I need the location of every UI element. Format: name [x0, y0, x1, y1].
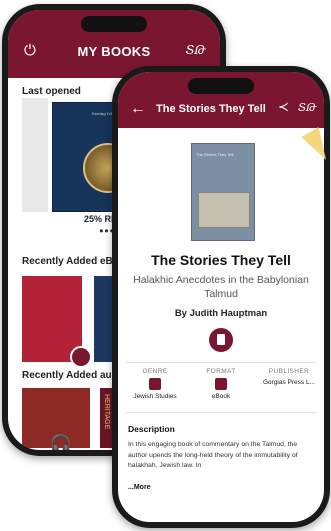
- headphones-icon[interactable]: 🎧: [48, 434, 74, 450]
- notch: [188, 78, 254, 94]
- meta-value: Jewish Studies: [133, 393, 177, 400]
- book-author: By Judith Hauptman: [174, 308, 268, 319]
- share-icon[interactable]: ≺: [278, 99, 289, 115]
- meta-label: FORMAT: [206, 368, 236, 375]
- recently-added-audio-label: Recently Added aud: [22, 370, 118, 381]
- book-cover: The Stories They Tell: [191, 143, 255, 241]
- cover-illustration: [198, 192, 250, 228]
- book-title: The Stories They Tell: [151, 252, 291, 268]
- ebook-cover[interactable]: [94, 276, 114, 362]
- cover-text-decoration: The Stories They Tell: [196, 152, 234, 157]
- last-opened-label: Last opened: [22, 86, 81, 97]
- header-title: The Stories They Tell: [156, 103, 266, 115]
- meta-label: GENRE: [142, 368, 168, 375]
- read-book-button[interactable]: [209, 328, 233, 352]
- divider: [126, 412, 316, 413]
- format-meta: FORMAT eBook: [188, 368, 254, 400]
- genre-meta: GENRE Jewish Studies: [122, 368, 188, 400]
- description-text: In this engaging book of commentary on t…: [128, 441, 298, 469]
- publisher-logo-icon: ՏԹ: [185, 43, 206, 57]
- genre-icon: [149, 378, 161, 390]
- divider: [126, 362, 316, 363]
- audiobook-spine-text: HERITAGE: [103, 394, 110, 430]
- front-screen: ← The Stories They Tell ≺ ՏԹ The Stories…: [118, 72, 324, 522]
- meta-value: Gorgias Press L...: [262, 379, 316, 386]
- description-heading: Description: [128, 424, 175, 434]
- notch: [81, 16, 147, 32]
- format-icon: [215, 378, 227, 390]
- book-badge-icon: [70, 346, 92, 368]
- publisher-logo-icon: ՏԹ: [298, 101, 317, 114]
- meta-label: PUBLISHER: [268, 368, 310, 375]
- recently-added-ebooks-label: Recently Added eBo: [22, 256, 119, 267]
- back-arrow-icon[interactable]: ←: [130, 100, 146, 118]
- meta-value: eBook: [211, 393, 231, 400]
- front-phone: ← The Stories They Tell ≺ ՏԹ The Stories…: [112, 66, 330, 528]
- publisher-meta: PUBLISHER Gorgias Press L...: [256, 368, 322, 386]
- book-subtitle: Halakhic Anecdotes in the Babylonian Tal…: [133, 274, 309, 300]
- cover-placeholder: [22, 98, 48, 212]
- book-icon: [217, 334, 225, 345]
- more-link[interactable]: ...More: [128, 484, 151, 491]
